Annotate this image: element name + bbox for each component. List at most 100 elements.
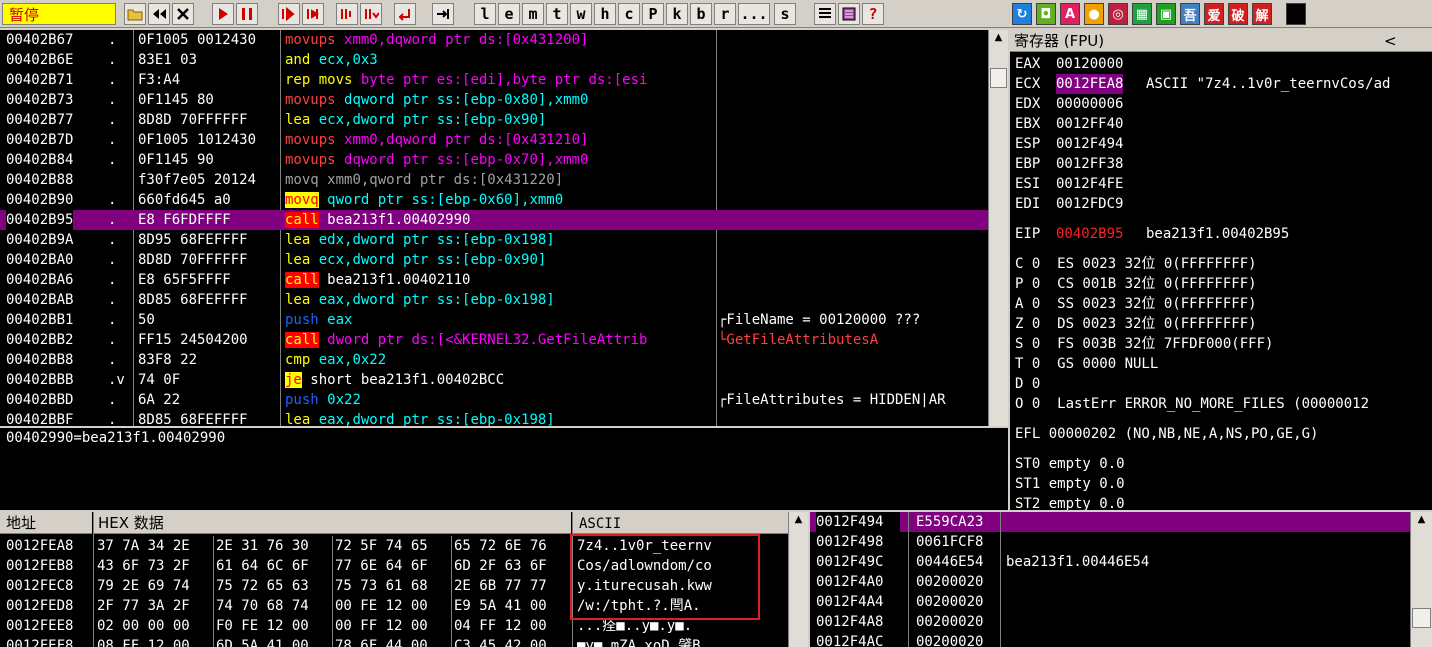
stack-scrollbar[interactable]: ▲: [1410, 512, 1432, 647]
disasm-row[interactable]: 00402BAB. 8D85 68FEFFFF lea eax,dword ptr …: [0, 290, 988, 310]
register-value[interactable]: 0012FEA8: [1056, 74, 1124, 94]
disasm-row[interactable]: 00402BBF. 8D85 68FEFFFF lea eax,dword ptr …: [0, 410, 988, 426]
window-t-button[interactable]: t: [546, 3, 568, 25]
step-over-icon[interactable]: [302, 3, 324, 25]
stack-row[interactable]: 0012F49C 00446E54 bea213f1.00446E54: [810, 552, 1410, 572]
plugin-target-icon[interactable]: ◎: [1108, 3, 1128, 25]
stack-row[interactable]: 0012F498 0061FCF8: [810, 532, 1410, 552]
plugin-refresh-icon[interactable]: ↻: [1012, 3, 1032, 25]
register-row[interactable]: EBX 0012FF40: [1010, 114, 1432, 134]
window-k-button[interactable]: k: [666, 3, 688, 25]
register-row[interactable]: ESI 0012F4FE: [1010, 174, 1432, 194]
step-into-icon[interactable]: [278, 3, 300, 25]
plugin-wu-button[interactable]: 吾: [1180, 3, 1200, 25]
fpu-row[interactable]: ST2 empty 0.0: [1010, 494, 1432, 510]
plugin-a-icon[interactable]: A: [1060, 3, 1080, 25]
register-value[interactable]: 0012F494: [1056, 134, 1123, 154]
stack-row[interactable]: 0012F4AC 00200020: [810, 632, 1410, 647]
register-row[interactable]: EDX 00000006: [1010, 94, 1432, 114]
window-p-button[interactable]: P: [642, 3, 664, 25]
disasm-row[interactable]: 00402B9A. 8D95 68FEFFFF lea edx,dword ptr …: [0, 230, 988, 250]
register-value[interactable]: 0012F4FE: [1056, 174, 1123, 194]
disasm-row[interactable]: 00402B88 f30f7e05 20124 movq xmm0,qword pt…: [0, 170, 988, 190]
open-icon[interactable]: [124, 3, 146, 25]
window-more-button[interactable]: ...: [738, 3, 770, 25]
window-c-button[interactable]: c: [618, 3, 640, 25]
plugin-po-button[interactable]: 破: [1228, 3, 1248, 25]
window-w-button[interactable]: w: [570, 3, 592, 25]
flag-row[interactable]: S 0 FS 003B 32位 7FFDF000(FFF): [1010, 334, 1432, 354]
disasm-row[interactable]: 00402BB2. FF15 24504200 call dword ptr ds:…: [0, 330, 988, 350]
efl-row[interactable]: EFL 00000202 (NO,NB,NE,A,NS,PO,GE,G): [1010, 424, 1432, 444]
register-value[interactable]: 0012FF40: [1056, 114, 1123, 134]
dump-scrollbar[interactable]: ▲: [788, 512, 808, 647]
trace-over-icon[interactable]: [360, 3, 382, 25]
restart-icon[interactable]: [148, 3, 170, 25]
help-icon[interactable]: ?: [862, 3, 884, 25]
register-value[interactable]: 00120000: [1056, 54, 1123, 74]
window-r-button[interactable]: r: [714, 3, 736, 25]
flag-row[interactable]: C 0 ES 0023 32位 0(FFFFFFFF): [1010, 254, 1432, 274]
disasm-row[interactable]: 00402B67. 0F1005 0012430 movups xmm0,dqwor…: [0, 30, 988, 50]
plugin-ollydump-icon[interactable]: ◘: [1036, 3, 1056, 25]
window-h-button[interactable]: h: [594, 3, 616, 25]
register-row[interactable]: ESP 0012F494: [1010, 134, 1432, 154]
register-value[interactable]: 00000006: [1056, 94, 1123, 114]
register-row[interactable]: EDI 0012FDC9: [1010, 194, 1432, 214]
disasm-row[interactable]: 00402B73. 0F1145 80 movups dqword ptr ss:[…: [0, 90, 988, 110]
dump-row[interactable]: 0012FEF8 08 FF 12 00 6D 5A 41 00 78 6F 44 0…: [0, 636, 788, 647]
run-icon[interactable]: [212, 3, 234, 25]
register-value[interactable]: 0012FDC9: [1056, 194, 1123, 214]
flag-row[interactable]: D 0: [1010, 374, 1432, 394]
disasm-row[interactable]: 00402B90. 660fd645 a0 movq qword ptr ss:[e…: [0, 190, 988, 210]
stack-row[interactable]: 0012F4A8 00200020: [810, 612, 1410, 632]
stack-row[interactable]: 0012F4A0 00200020: [810, 572, 1410, 592]
hex-dump-pane[interactable]: 地址 HEX 数据 ASCII 0012FEA8 37 7A 34 2E 2E 31…: [0, 512, 788, 647]
flag-row[interactable]: P 0 CS 001B 32位 0(FFFFFFFF): [1010, 274, 1432, 294]
window-s-button[interactable]: s: [774, 3, 796, 25]
plugin-grid-icon[interactable]: ▦: [1132, 3, 1152, 25]
execute-till-return-icon[interactable]: [394, 3, 416, 25]
disasm-row[interactable]: 00402BB1. 50 push eax ┌FileName = 00120000 …: [0, 310, 988, 330]
flag-row[interactable]: O 0 LastErr ERROR_NO_MORE_FILES (0000001…: [1010, 394, 1432, 414]
disasm-row[interactable]: 00402B84. 0F1145 90 movups dqword ptr ss:[…: [0, 150, 988, 170]
eip-value[interactable]: 00402B95: [1056, 224, 1123, 244]
disasm-row[interactable]: 00402B77. 8D8D 70FFFFFF lea ecx,dword ptr …: [0, 110, 988, 130]
window-b-button[interactable]: b: [690, 3, 712, 25]
register-row[interactable]: EBP 0012FF38: [1010, 154, 1432, 174]
disassembly-scrollbar[interactable]: ▲: [988, 30, 1008, 426]
disasm-row[interactable]: 00402B6E. 83E1 03 and ecx,0x3: [0, 50, 988, 70]
disasm-row[interactable]: 00402B71. F3:A4 rep movs byte ptr es:[edi]…: [0, 70, 988, 90]
close-icon[interactable]: [172, 3, 194, 25]
list-icon[interactable]: [814, 3, 836, 25]
window-e-button[interactable]: e: [498, 3, 520, 25]
disassembly-pane[interactable]: 00402B67. 0F1005 0012430 movups xmm0,dqwor…: [0, 30, 988, 426]
register-value[interactable]: 0012FF38: [1056, 154, 1123, 174]
registers-pane[interactable]: 寄存器 (FPU) < EAX 00120000 ECX 0012FEA8 ASCII …: [1010, 30, 1432, 510]
collapse-button[interactable]: <: [1384, 30, 1397, 52]
flag-row[interactable]: Z 0 DS 0023 32位 0(FFFFFFFF): [1010, 314, 1432, 334]
window-l-button[interactable]: l: [474, 3, 496, 25]
plugin-ai-button[interactable]: 爱: [1204, 3, 1224, 25]
fpu-row[interactable]: ST0 empty 0.0: [1010, 454, 1432, 474]
eip-row[interactable]: EIP 00402B95 bea213f1.00402B95: [1010, 224, 1432, 244]
plugin-jie-button[interactable]: 解: [1252, 3, 1272, 25]
disasm-row[interactable]: 00402BA6. E8 65F5FFFF call bea213f1.004021…: [0, 270, 988, 290]
register-row[interactable]: EAX 00120000: [1010, 54, 1432, 74]
fpu-row[interactable]: ST1 empty 0.0: [1010, 474, 1432, 494]
plugin-black-icon[interactable]: [1286, 3, 1306, 25]
stack-row[interactable]: 0012F494 E559CA23: [810, 512, 1410, 532]
flag-row[interactable]: A 0 SS 0023 32位 0(FFFFFFFF): [1010, 294, 1432, 314]
disasm-row[interactable]: 00402B95. E8 F6FDFFFF call bea213f1.004029…: [0, 210, 988, 230]
plugin-monitor-icon[interactable]: ▣: [1156, 3, 1176, 25]
pause-icon[interactable]: [236, 3, 258, 25]
trace-into-icon[interactable]: [336, 3, 358, 25]
disasm-row[interactable]: 00402BB8. 83F8 22 cmp eax,0x22: [0, 350, 988, 370]
options-icon[interactable]: [838, 3, 860, 25]
window-m-button[interactable]: m: [522, 3, 544, 25]
stack-row[interactable]: 0012F4A4 00200020: [810, 592, 1410, 612]
disasm-row[interactable]: 00402B7D. 0F1005 1012430 movups xmm0,dqwor…: [0, 130, 988, 150]
register-row[interactable]: ECX 0012FEA8 ASCII "7z4..1v0r_teernvCos/ad: [1010, 74, 1432, 94]
disasm-row[interactable]: 00402BBD. 6A 22 push 0x22 ┌FileAttributes =…: [0, 390, 988, 410]
plugin-stop-icon[interactable]: ●: [1084, 3, 1104, 25]
